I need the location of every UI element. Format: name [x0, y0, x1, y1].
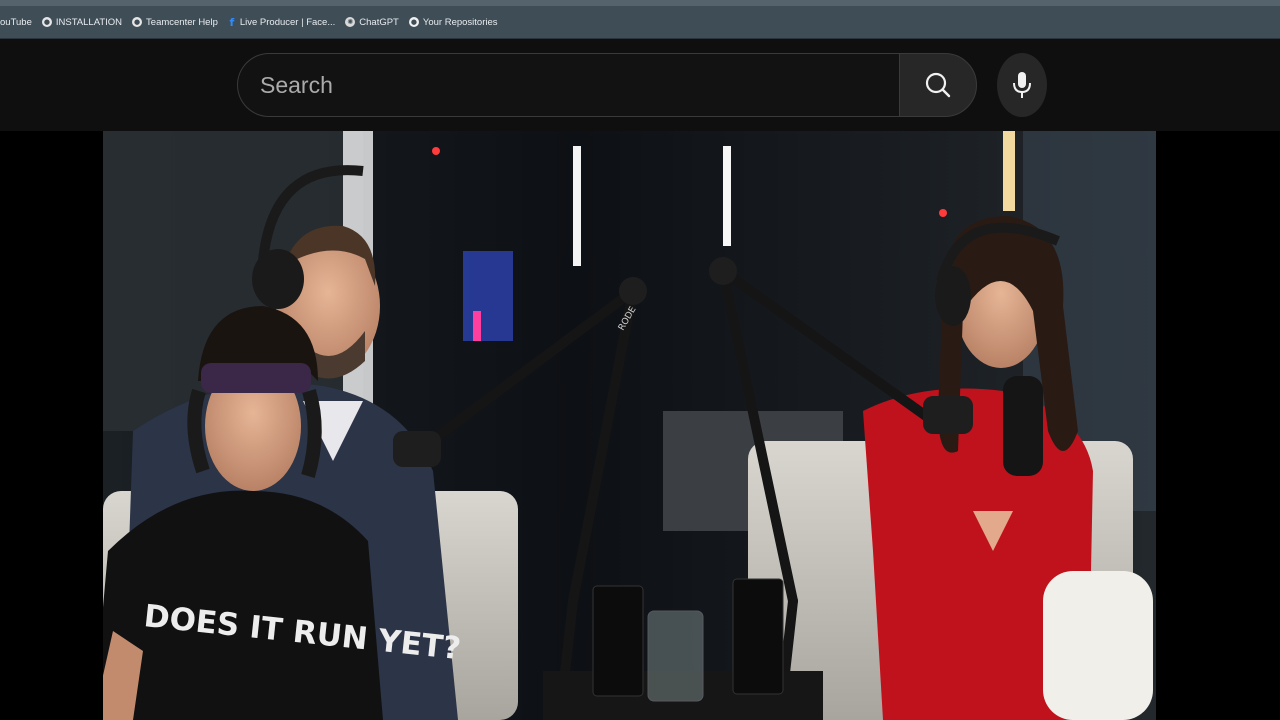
bookmark-label: ChatGPT [359, 16, 399, 28]
video-scene: RODE DOES IT RUN YET? [103, 131, 1156, 720]
site-icon: ● [132, 17, 143, 27]
bookmark-label: ouTube [0, 16, 32, 28]
bookmark-live-producer[interactable]: f Live Producer | Face... [228, 12, 335, 32]
voice-search-button[interactable] [997, 53, 1047, 117]
bookmark-label: Your Repositories [422, 16, 498, 28]
search-box[interactable] [237, 53, 899, 117]
microphone-icon [1013, 72, 1031, 98]
bookmark-label: Teamcenter Help [146, 16, 218, 28]
video-player[interactable]: RODE DOES IT RUN YET? [0, 131, 1280, 720]
streamer-bandana [201, 363, 311, 393]
bookmarks-bar: ouTube ● INSTALLATION ● Teamcenter Help … [0, 6, 1280, 39]
github-icon: ● [408, 17, 419, 27]
bookmark-youtube[interactable]: ouTube [0, 12, 32, 32]
video-frame[interactable]: RODE DOES IT RUN YET? [103, 131, 1156, 720]
search-button[interactable] [899, 53, 977, 117]
chatgpt-icon: ✺ [345, 17, 356, 27]
youtube-masthead [0, 39, 1280, 131]
bookmark-label: INSTALLATION [55, 16, 123, 28]
bookmark-label: Live Producer | Face... [239, 16, 336, 28]
site-icon: ● [41, 17, 52, 27]
bookmark-installation[interactable]: ● INSTALLATION [41, 12, 123, 32]
bookmark-your-repositories[interactable]: ● Your Repositories [408, 12, 498, 32]
bookmark-chatgpt[interactable]: ✺ ChatGPT [345, 12, 399, 32]
search-icon [925, 72, 951, 98]
facebook-icon: f [229, 15, 235, 29]
search-input[interactable] [258, 70, 862, 100]
bookmark-teamcenter-help[interactable]: ● Teamcenter Help [132, 12, 218, 32]
